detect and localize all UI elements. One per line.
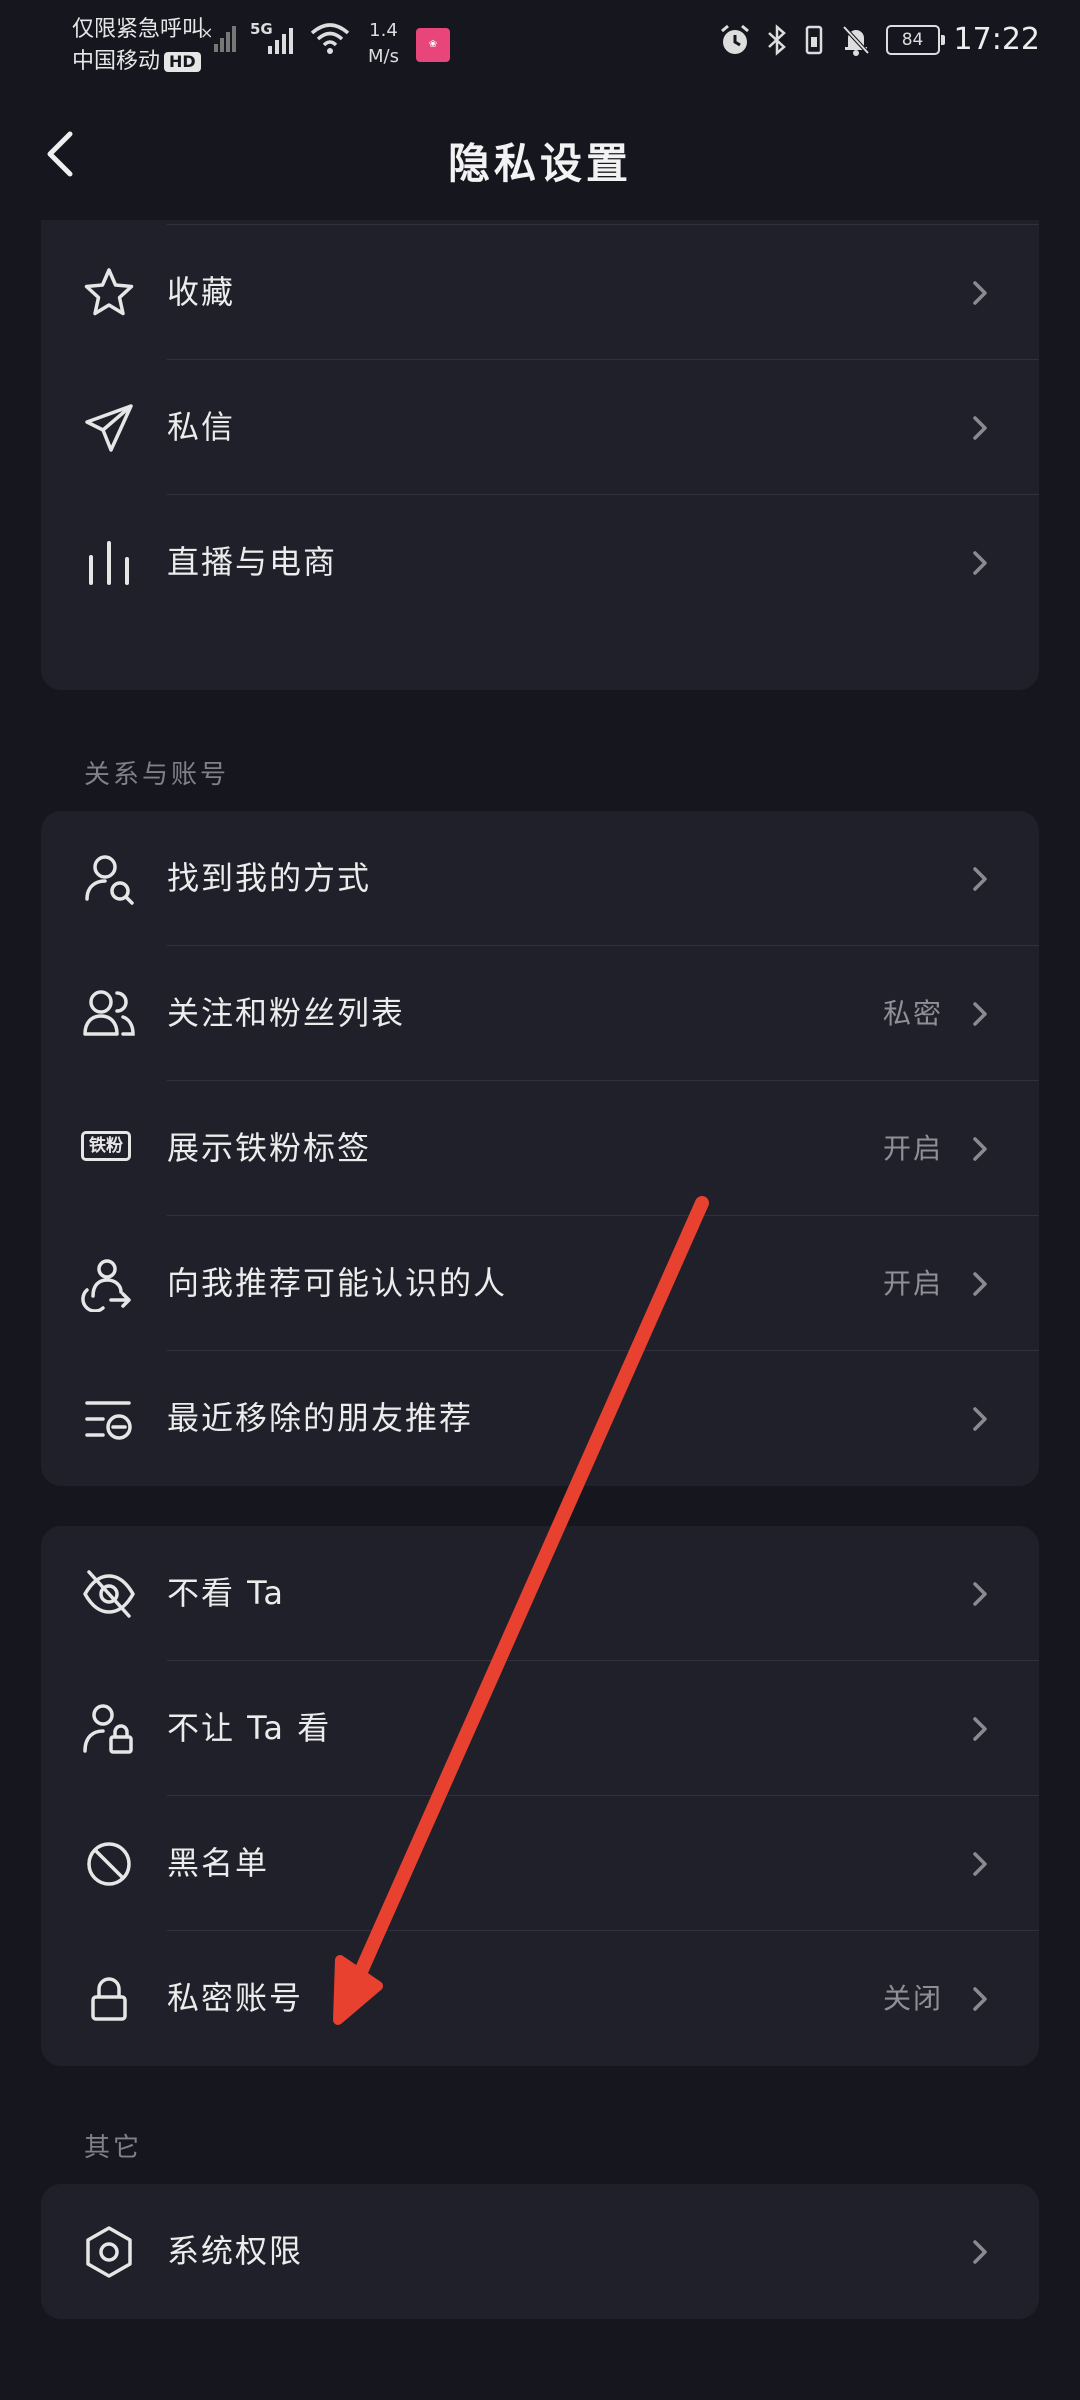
tiefen-badge-icon: 铁粉	[81, 1131, 131, 1161]
chevron-right-icon	[973, 1582, 987, 1606]
person-recommend-icon	[81, 1259, 131, 1312]
person-search-icon	[85, 855, 134, 905]
paper-plane-icon	[85, 404, 133, 452]
row-label: 系统权限	[167, 2232, 304, 2270]
lock-icon	[91, 1977, 127, 2021]
chevron-right-icon	[973, 281, 987, 305]
settings-row-hide-their-content[interactable]: 不看 Ta	[41, 1526, 1039, 1661]
chevron-right-icon	[973, 1852, 987, 1876]
vibrate-icon	[805, 25, 822, 54]
settings-row-follow-list[interactable]: 关注和粉丝列表 私密	[41, 946, 1039, 1081]
carrier-line2: 中国移动	[72, 49, 161, 74]
section-label-other: 其它	[84, 2133, 143, 2163]
row-label: 关注和粉丝列表	[167, 994, 406, 1032]
chevron-right-icon	[973, 1137, 987, 1161]
chevron-right-icon	[973, 867, 987, 891]
carrier-line1: 仅限紧急呼叫	[72, 17, 205, 42]
relations-group-card: 找到我的方式 关注和粉丝列表 私密 铁粉 展示铁粉标签 开启 向我推荐可能认识的	[41, 811, 1039, 1486]
row-label: 黑名单	[167, 1844, 270, 1882]
status-bar: 仅限紧急呼叫 中国移动 HD × 5G 1.4 M/s ❀ 84 17:22	[0, 0, 1080, 90]
chevron-right-icon	[973, 1717, 987, 1741]
settings-row-tiefen-badge[interactable]: 铁粉 展示铁粉标签 开启	[41, 1081, 1039, 1216]
bars-icon	[89, 541, 129, 585]
hd-badge: HD	[164, 52, 201, 72]
row-label: 最近移除的朋友推荐	[167, 1399, 474, 1437]
wifi-icon	[310, 23, 350, 54]
row-value: 关闭	[882, 1982, 943, 2015]
row-value: 私密	[882, 997, 943, 1030]
settings-row-hide-from-them[interactable]: 不让 Ta 看	[41, 1661, 1039, 1796]
network-speed: 1.4 M/s	[368, 18, 399, 70]
speed-unit: M/s	[368, 46, 399, 67]
settings-row-favorites[interactable]: 收藏	[41, 225, 1039, 360]
settings-row-find-me[interactable]: 找到我的方式	[41, 811, 1039, 946]
settings-row-private-account[interactable]: 私密账号 关闭	[41, 1931, 1039, 2066]
hexagon-settings-icon	[86, 2226, 132, 2278]
row-value: 开启	[882, 1132, 943, 1165]
row-label: 直播与电商	[167, 543, 338, 581]
settings-row-removed-recommendations[interactable]: 最近移除的朋友推荐	[41, 1351, 1039, 1486]
chevron-right-icon	[973, 1272, 987, 1296]
row-label: 展示铁粉标签	[167, 1129, 372, 1167]
settings-row-messages[interactable]: 私信	[41, 360, 1039, 495]
svg-text:×: ×	[200, 23, 213, 42]
list-remove-icon	[85, 1401, 132, 1440]
settings-row-recommend-people[interactable]: 向我推荐可能认识的人 开启	[41, 1216, 1039, 1351]
row-label: 收藏	[167, 273, 236, 311]
chevron-right-icon	[973, 1987, 987, 2011]
row-label: 私信	[167, 408, 236, 446]
row-value: 开启	[882, 1267, 943, 1300]
app-notification-icon: ❀	[416, 28, 450, 62]
section-label-relations: 关系与账号	[84, 760, 230, 790]
bluetooth-icon	[767, 23, 786, 56]
chevron-right-icon	[973, 2240, 987, 2264]
settings-row-blacklist[interactable]: 黑名单	[41, 1796, 1039, 1931]
battery-indicator: 84	[885, 24, 945, 55]
carrier-info: 仅限紧急呼叫 中国移动 HD	[72, 14, 204, 78]
alarm-icon	[720, 24, 749, 54]
speed-value: 1.4	[369, 20, 398, 41]
people-icon	[83, 990, 135, 1036]
visibility-group-card: 不看 Ta 不让 Ta 看 黑名单 私密账号 关闭	[41, 1526, 1039, 2066]
chevron-right-icon	[973, 1407, 987, 1431]
content-group-card: 提起 收藏 私信 直播与电商	[41, 140, 1039, 690]
row-label: 向我推荐可能认识的人	[167, 1264, 508, 1302]
signal-group: × 5G	[200, 20, 350, 56]
chevron-right-icon	[973, 1002, 987, 1026]
chevron-right-icon	[973, 551, 987, 575]
settings-row-system-permissions[interactable]: 系统权限	[41, 2184, 1039, 2319]
chevron-right-icon	[973, 416, 987, 440]
person-lock-icon	[83, 1704, 133, 1754]
block-icon	[87, 1842, 131, 1886]
page-header: 隐私设置	[0, 90, 1080, 220]
row-label: 不让 Ta 看	[167, 1709, 332, 1747]
row-label: 私密账号	[167, 1979, 304, 2017]
signal-5g-icon: 5G	[250, 20, 300, 56]
other-group-card: 系统权限	[41, 2184, 1039, 2319]
row-label: 不看 Ta	[167, 1574, 286, 1612]
page-title: 隐私设置	[447, 139, 632, 188]
status-icons-right: 84 17:22	[718, 22, 1040, 57]
row-label: 找到我的方式	[167, 859, 372, 897]
eye-off-icon	[83, 1570, 135, 1618]
settings-row-live-ecommerce[interactable]: 直播与电商	[41, 495, 1039, 630]
mute-bell-icon	[842, 25, 870, 56]
clock: 17:22	[953, 22, 1040, 57]
star-icon	[84, 268, 134, 316]
badge-text: 铁粉	[89, 1136, 123, 1156]
no-signal-icon: ×	[200, 23, 236, 52]
